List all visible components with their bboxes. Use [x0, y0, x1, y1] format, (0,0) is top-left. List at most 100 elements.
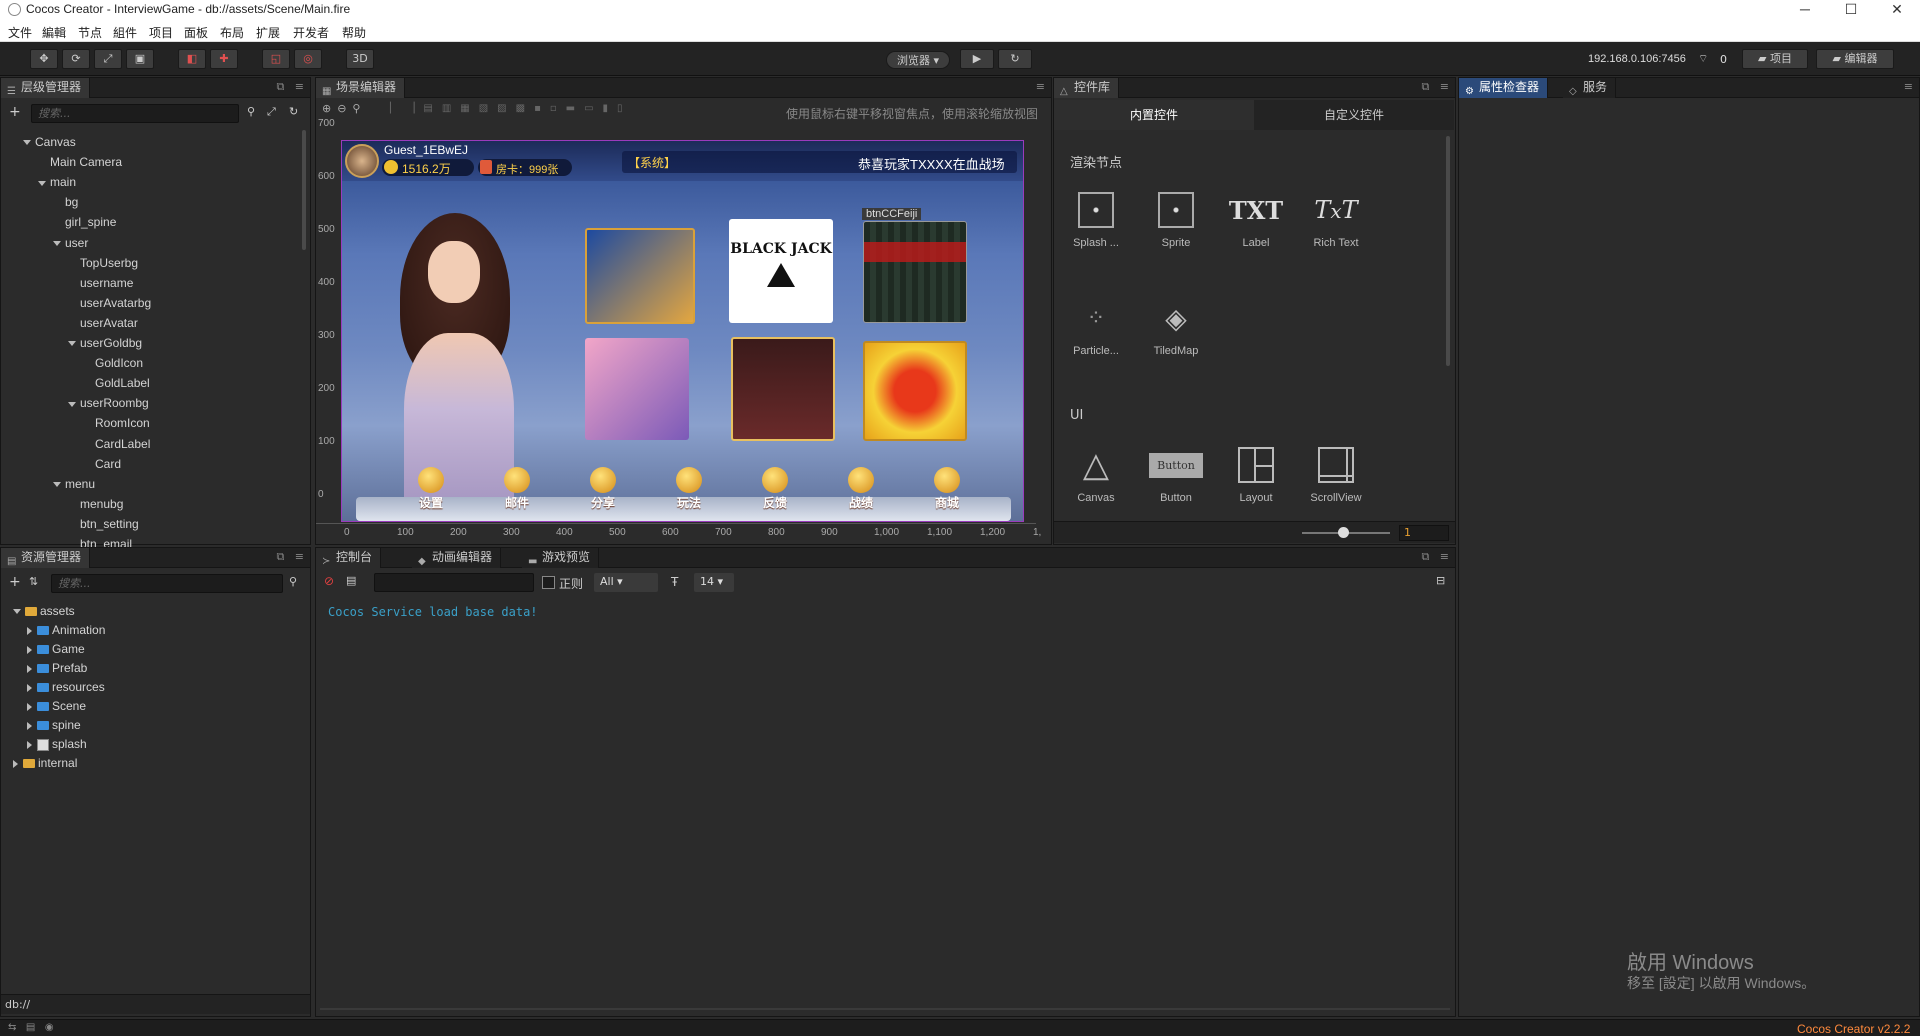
tab-widget-library[interactable]: △ 控件库 [1054, 78, 1120, 98]
widget-item[interactable]: ⁘ Particle... [1068, 299, 1124, 357]
panel-menu-icon[interactable]: ≡ [1036, 80, 1045, 93]
expand-arrow-icon[interactable] [27, 740, 32, 749]
hierarchy-node[interactable]: userGoldbg [68, 336, 142, 350]
zoom-value-input[interactable]: 1 [1399, 525, 1449, 541]
hierarchy-node[interactable]: GoldLabel [83, 376, 150, 390]
menu-node[interactable]: 节点 [78, 24, 102, 41]
menu-component[interactable]: 組件 [113, 24, 137, 41]
hierarchy-node[interactable]: menubg [68, 497, 123, 511]
anchor-pivot-icon[interactable]: ◧ [178, 49, 206, 69]
zoom-tools[interactable]: ⊕⊖⚲ [322, 102, 367, 115]
panel-menu-icon[interactable]: ≡ [1904, 80, 1913, 93]
game-menu-button[interactable]: 设置 [414, 467, 448, 511]
widget-item[interactable]: TXT Label [1228, 191, 1284, 250]
asset-item[interactable]: Scene [27, 699, 86, 713]
hierarchy-node[interactable]: bg [53, 195, 78, 209]
add-node-icon[interactable]: + [9, 104, 21, 120]
game-card-poker[interactable] [731, 337, 835, 441]
refresh-icon[interactable]: ↻ [289, 105, 298, 118]
expand-arrow-icon[interactable] [27, 664, 32, 673]
close-button[interactable]: ✕ [1874, 0, 1920, 20]
expand-arrow-icon[interactable] [53, 240, 61, 246]
tab-game-preview[interactable]: ▬ 游戏预览 [522, 548, 600, 568]
widget-item[interactable]: ◈ TiledMap [1148, 299, 1204, 358]
tab-custom-widgets[interactable]: 自定义控件 [1254, 100, 1454, 130]
hierarchy-node[interactable]: user [53, 236, 88, 250]
refresh-icon[interactable]: ↻ [998, 49, 1032, 69]
expand-icon[interactable]: ⤢ [267, 105, 276, 119]
menu-project[interactable]: 项目 [149, 24, 173, 41]
hierarchy-node[interactable]: Canvas [23, 135, 76, 149]
open-log-icon[interactable]: ▤ [346, 574, 356, 587]
hierarchy-node[interactable]: TopUserbg [68, 256, 138, 270]
expand-arrow-icon[interactable] [27, 702, 32, 711]
align-tools[interactable]: ▏▕▤▥▦▧▨▩▪▫▬▭▮▯ [390, 103, 632, 114]
menu-edit[interactable]: 編輯 [42, 24, 66, 41]
maximize-button[interactable]: ☐ [1828, 0, 1874, 20]
gizmo-icon[interactable]: ◎ [294, 49, 322, 69]
expand-arrow-icon[interactable] [27, 626, 32, 635]
scale-tool-icon[interactable]: ⤢ [94, 49, 122, 69]
widget-item[interactable]: Layout [1228, 446, 1284, 504]
widget-item[interactable]: Splash ... [1068, 191, 1124, 249]
game-menu-button[interactable]: 分享 [586, 467, 620, 511]
asset-item[interactable]: splash [27, 737, 87, 751]
panel-menu-icon[interactable]: ⧉ ≡ [276, 550, 304, 564]
expand-arrow-icon[interactable] [27, 645, 32, 654]
expand-arrow-icon[interactable] [27, 721, 32, 730]
asset-item[interactable]: Game [27, 642, 85, 656]
log-level-dropdown[interactable]: All ▾ [594, 573, 658, 592]
collapse-icon[interactable]: ⊟ [1436, 574, 1445, 587]
hierarchy-node[interactable]: userAvatarbg [68, 296, 151, 310]
panel-menu-icon[interactable]: ⧉ ≡ [276, 80, 304, 94]
zoom-slider-handle[interactable] [1338, 527, 1349, 538]
hierarchy-node[interactable]: GoldIcon [83, 356, 143, 370]
hierarchy-search-input[interactable]: 搜索... [31, 104, 239, 123]
font-size-dropdown[interactable]: 14 ▾ [694, 573, 734, 592]
panel-menu-icon[interactable]: ⧉ ≡ [1421, 550, 1449, 564]
game-menu-button[interactable]: 玩法 [672, 467, 706, 511]
hierarchy-node[interactable]: userRoombg [68, 396, 149, 410]
tab-assets[interactable]: ▤ 资源管理器 [1, 548, 91, 568]
game-card-anime[interactable] [585, 338, 689, 440]
expand-arrow-icon[interactable] [13, 609, 21, 615]
expand-arrow-icon[interactable] [23, 140, 31, 146]
game-menu-button[interactable]: 邮件 [500, 467, 534, 511]
widget-scrollbar[interactable] [1446, 136, 1450, 366]
rect-tool-icon[interactable]: ▣ [126, 49, 154, 69]
panel-menu-icon[interactable]: ⧉ ≡ [1421, 80, 1449, 94]
asset-item[interactable]: Animation [27, 623, 105, 637]
console-hscrollbar[interactable] [320, 1008, 1450, 1010]
assets-search-input[interactable]: 搜索... [51, 574, 283, 593]
sort-icon[interactable]: ⇅ [29, 575, 38, 588]
menu-help[interactable]: 帮助 [342, 24, 366, 41]
expand-arrow-icon[interactable] [27, 683, 32, 692]
clear-console-icon[interactable]: ⊘ [324, 574, 334, 588]
game-menu-button[interactable]: 商城 [930, 467, 964, 511]
expand-arrow-icon[interactable] [53, 482, 61, 488]
menu-file[interactable]: 文件 [8, 24, 32, 41]
regex-checkbox[interactable] [542, 576, 555, 589]
game-card-fruit[interactable] [863, 341, 967, 441]
game-canvas[interactable]: Guest_1EBwEJ 1516.2万 房卡：999张 【系统】 恭喜玩家TX… [341, 140, 1024, 522]
widget-item[interactable]: TxT Rich Text [1308, 191, 1364, 249]
network-icon[interactable]: ⇆ ▤ ◉ [8, 1022, 54, 1033]
asset-item[interactable]: Prefab [27, 661, 87, 675]
asset-item[interactable]: spine [27, 718, 81, 732]
tab-animation-editor[interactable]: ◆ 动画编辑器 [412, 548, 502, 568]
hierarchy-node[interactable]: menu [53, 477, 95, 491]
hierarchy-node[interactable]: Main Camera [38, 155, 122, 169]
menu-layout[interactable]: 布局 [220, 24, 244, 41]
add-asset-icon[interactable]: + [9, 574, 21, 590]
asset-item[interactable]: assets [13, 604, 75, 618]
widget-item[interactable]: Button Button [1148, 446, 1204, 504]
preview-target-dropdown[interactable]: 浏览器 ▾ [886, 51, 950, 69]
rotate-tool-icon[interactable]: ⟳ [62, 49, 90, 69]
asset-item[interactable]: internal [13, 756, 77, 770]
snap-icon[interactable]: ◱ [262, 49, 290, 69]
game-card-soccer[interactable] [585, 228, 695, 324]
tab-services[interactable]: ◇ 服务 [1563, 78, 1617, 98]
tab-builtin-widgets[interactable]: 内置控件 [1054, 100, 1254, 130]
hierarchy-node[interactable]: RoomIcon [83, 416, 150, 430]
search-icon[interactable]: ⚲ [289, 575, 297, 588]
